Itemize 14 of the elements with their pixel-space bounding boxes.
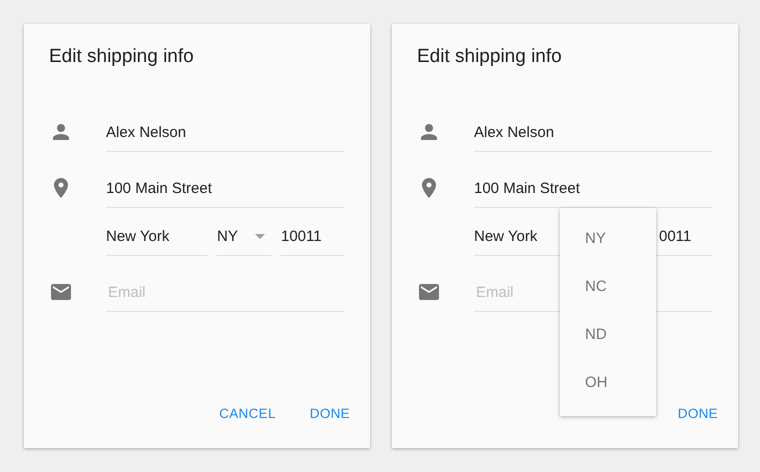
dialog-title: Edit shipping info [417, 45, 563, 69]
name-field[interactable]: Alex Nelson [106, 116, 344, 152]
city-field[interactable]: New York [106, 220, 207, 256]
menu-item[interactable]: ND [560, 310, 656, 358]
text-button[interactable]: CANCEL [209, 398, 286, 429]
menu-item[interactable]: NC [560, 262, 656, 310]
zip-field[interactable]: 10011 [281, 220, 344, 256]
name-field[interactable]: Alex Nelson [474, 116, 712, 152]
menu-item[interactable]: OH [560, 358, 656, 406]
address-field[interactable]: 100 Main Street [106, 172, 344, 208]
text-button[interactable]: DONE [300, 398, 360, 429]
dialog-title: Edit shipping info [49, 45, 195, 69]
state-dropdown[interactable]: NY [217, 220, 271, 256]
text-button[interactable]: DONE [668, 398, 728, 429]
